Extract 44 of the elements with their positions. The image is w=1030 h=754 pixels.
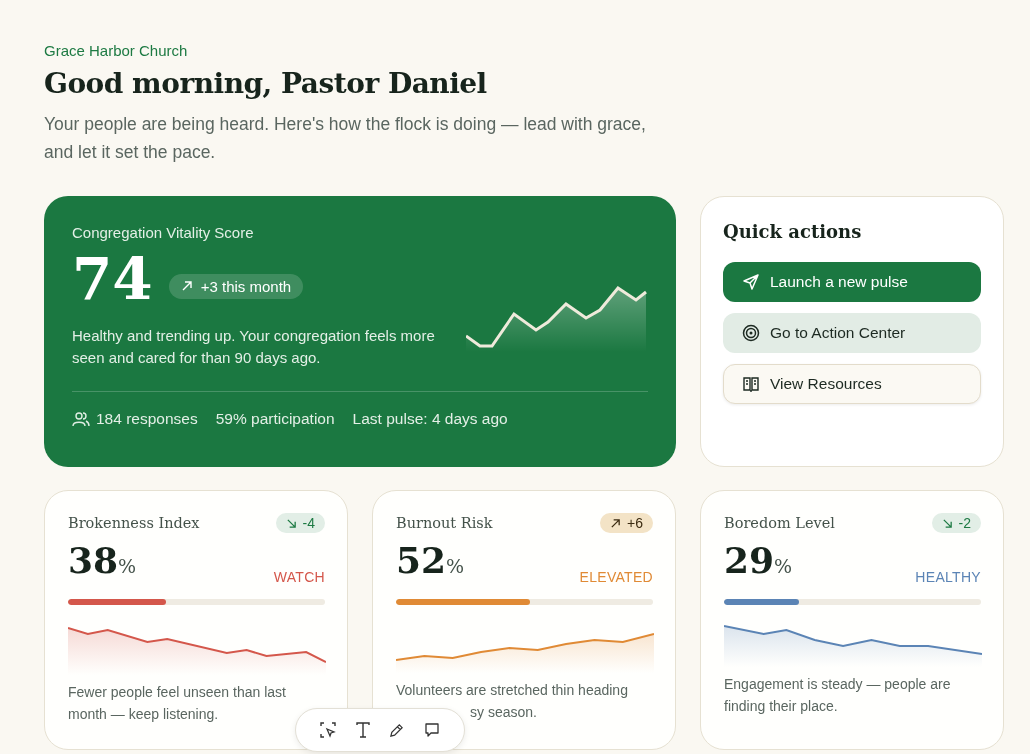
- metric-description: Engagement is steady — people are: [724, 675, 951, 694]
- metric-description: sy season.: [470, 703, 537, 722]
- stat-text: Last pulse: 4 days ago: [352, 410, 508, 428]
- metric-title: Brokenness Index: [68, 515, 200, 531]
- metric-description: finding their place.: [724, 697, 838, 716]
- arrow-down-right-icon: [285, 517, 297, 529]
- church-name: Grace Harbor Church: [44, 42, 189, 59]
- action-button[interactable]: View Resources: [723, 364, 981, 404]
- change-text: +3 this month: [200, 277, 292, 295]
- status-label: WATCH: [273, 569, 325, 585]
- comment-icon[interactable]: [424, 722, 441, 738]
- status-label: HEALTHY: [915, 569, 981, 585]
- action-button[interactable]: Go to Action Center: [723, 313, 981, 353]
- target-icon: [742, 324, 760, 342]
- book-icon: [742, 375, 760, 393]
- action-button[interactable]: Launch a new pulse: [723, 262, 981, 302]
- metric-description: month — keep listening.: [68, 705, 219, 724]
- metric-title: Boredom Level: [724, 515, 835, 531]
- quick-actions-title: Quick actions: [723, 221, 863, 242]
- arrow-up-right-icon: [180, 280, 193, 292]
- subtitle: Your people are being heard. Here's how the flock is doing — lead with grace, and let it set the pace.: [44, 113, 647, 164]
- status-label: ELEVATED: [579, 569, 653, 585]
- delta-text: -4: [302, 515, 315, 531]
- delta-text: +6: [627, 515, 643, 531]
- people-icon: [72, 411, 90, 427]
- arrow-down-right-icon: [941, 517, 953, 529]
- vitality-label: Congregation Vitality Score: [72, 224, 255, 241]
- metric-value: 52%: [396, 538, 465, 583]
- vitality-description: Healthy and trending up. Your congregation feels more seen and cared for than 90 days ago.: [72, 326, 436, 368]
- greeting-heading: Good morning, Pastor Daniel: [44, 67, 488, 100]
- stat-text: 184 responses: [96, 410, 198, 428]
- arrow-up-right-icon: [610, 517, 622, 529]
- pencil-icon[interactable]: [389, 722, 405, 738]
- vitality-score: 74: [72, 247, 153, 311]
- stat-text: 59% participation: [215, 410, 335, 428]
- delta-text: -2: [958, 515, 971, 531]
- send-icon: [742, 273, 760, 291]
- metric-value: 38%: [68, 538, 137, 583]
- metric-value: 29%: [724, 538, 793, 583]
- select-icon[interactable]: [319, 722, 336, 738]
- metric-description: Volunteers are stretched thin heading: [396, 681, 628, 700]
- metric-description: Fewer people feel unseen than last: [68, 683, 286, 702]
- metric-title: Burnout Risk: [396, 515, 493, 531]
- text-tool-icon[interactable]: [355, 722, 370, 738]
